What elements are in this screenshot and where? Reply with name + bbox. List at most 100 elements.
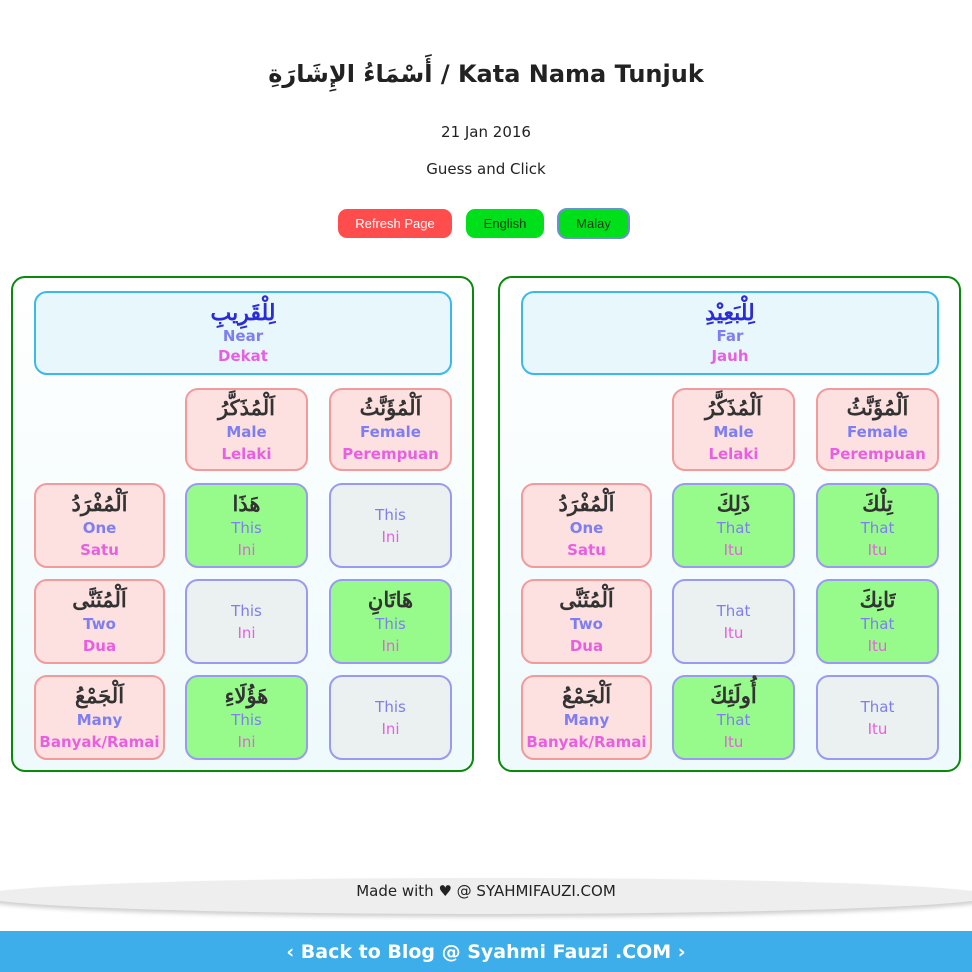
answer-arabic: تِلْكَ [862,490,893,516]
number-malay: Dua [82,636,117,655]
answer-arabic: ذَلِكَ [716,490,751,516]
answer-cell-revealed[interactable]: أُولَئِكَ That Itu [672,675,795,760]
header-arabic: لِلْقَرِيبِ [210,300,276,326]
answer-cell-revealed[interactable]: تِلْكَ That Itu [816,483,939,568]
far-header-card: لِلْبَعِيْدِ Far Jauh [521,291,939,375]
answer-cell-revealed[interactable]: هَؤُلَاءِ This Ini [185,675,308,760]
number-plural-card: اَلْجَمْعُ Many Banyak/Ramai [34,675,165,760]
number-malay: Dua [569,636,604,655]
answer-malay: Ini [237,623,256,642]
number-dual-card: اَلْمُثَنَّى Two Dua [521,579,652,664]
number-english: Two [570,614,603,633]
answer-cell-revealed[interactable]: تَانِكَ That Itu [816,579,939,664]
number-singular-card: اَلْمُفْرَدُ One Satu [521,483,652,568]
malay-button[interactable]: Malay [557,208,630,239]
answer-cell-revealed[interactable]: هَذَا This Ini [185,483,308,568]
answer-english: This [231,518,262,537]
number-english: Many [563,710,610,729]
number-arabic: اَلْمُثَنَّى [559,586,614,612]
answer-cell-hidden[interactable]: This Ini [185,579,308,664]
number-dual-card: اَلْمُثَنَّى Two Dua [34,579,165,664]
answer-malay: Itu [867,540,888,559]
gender-female-card: اَلْمُؤَنَّثُ Female Perempuan [329,388,452,471]
refresh-page-button[interactable]: Refresh Page [338,209,452,238]
number-singular-card: اَلْمُفْرَدُ One Satu [34,483,165,568]
page-title: أَسْمَاءُ الإِشَارَةِ / Kata Nama Tunjuk [268,60,704,88]
number-english: One [569,518,604,537]
header-malay: Jauh [711,347,749,365]
answer-malay: Itu [723,623,744,642]
answer-english: That [860,614,895,633]
answer-cell-revealed[interactable]: هَاتَانِ This Ini [329,579,452,664]
answer-english: This [375,697,406,716]
number-english: Two [83,614,116,633]
header-english: Near [222,327,264,345]
answer-malay: Itu [867,636,888,655]
number-arabic: اَلْمُفْرَدُ [558,490,615,516]
header-arabic: لِلْبَعِيْدِ [705,300,755,326]
answer-malay: Ini [237,540,256,559]
gender-arabic: اَلْمُؤَنَّثُ [846,394,909,420]
answer-malay: Itu [867,719,888,738]
number-arabic: اَلْمُفْرَدُ [71,490,128,516]
button-row: Refresh Page English Malay [0,208,972,239]
answer-english: This [375,614,406,633]
answer-english: This [231,601,262,620]
page-date: 21 Jan 2016 [441,123,531,141]
answer-cell-hidden[interactable]: This Ini [329,675,452,760]
answer-malay: Ini [381,636,400,655]
gender-arabic: اَلْمُذَكَّرُ [218,394,275,420]
gender-arabic: اَلْمُؤَنَّثُ [359,394,422,420]
answer-cell-hidden[interactable]: That Itu [672,579,795,664]
gender-english: Male [713,422,754,441]
answer-malay: Ini [237,732,256,751]
number-arabic: اَلْجَمْعُ [561,682,612,708]
number-malay: Banyak/Ramai [39,732,160,751]
number-english: Many [76,710,123,729]
header-english: Far [716,327,744,345]
gender-english: Male [226,422,267,441]
answer-malay: Itu [723,732,744,751]
answer-arabic: هَذَا [232,490,261,516]
gender-english: Female [847,422,908,441]
gender-male-card: اَلْمُذَكَّرُ Male Lelaki [672,388,795,471]
answer-cell-hidden[interactable]: That Itu [816,675,939,760]
gender-english: Female [360,422,421,441]
answer-arabic: هَؤُلَاءِ [224,682,269,708]
answer-arabic: أُولَئِكَ [710,682,757,708]
gender-male-card: اَلْمُذَكَّرُ Male Lelaki [185,388,308,471]
answer-english: That [860,697,895,716]
english-button[interactable]: English [466,209,544,238]
answer-english: That [716,601,751,620]
number-arabic: اَلْجَمْعُ [74,682,125,708]
answer-malay: Itu [723,540,744,559]
far-panel: لِلْبَعِيْدِ Far Jauh اَلْمُذَكَّرُ Male… [498,276,961,772]
answer-malay: Ini [381,719,400,738]
number-malay: Satu [80,540,119,559]
gender-malay: Lelaki [708,444,759,463]
number-malay: Banyak/Ramai [526,732,647,751]
number-english: One [82,518,117,537]
near-panel: لِلْقَرِيبِ Near Dekat اَلْمُذَكَّرُ Mal… [11,276,474,772]
answer-malay: Ini [381,527,400,546]
number-plural-card: اَلْجَمْعُ Many Banyak/Ramai [521,675,652,760]
number-arabic: اَلْمُثَنَّى [72,586,127,612]
number-malay: Satu [567,540,606,559]
answer-cell-hidden[interactable]: This Ini [329,483,452,568]
answer-english: This [375,505,406,524]
answer-cell-revealed[interactable]: ذَلِكَ That Itu [672,483,795,568]
answer-english: That [716,710,751,729]
answer-english: This [231,710,262,729]
near-header-card: لِلْقَرِيبِ Near Dekat [34,291,452,375]
made-with-text: Made with ♥ @ SYAHMIFAUZI.COM [356,882,616,900]
answer-arabic: تَانِكَ [859,586,896,612]
answer-arabic: هَاتَانِ [367,586,414,612]
gender-malay: Perempuan [342,444,439,463]
answer-english: That [860,518,895,537]
gender-malay: Lelaki [221,444,272,463]
gender-malay: Perempuan [829,444,926,463]
gender-female-card: اَلْمُؤَنَّثُ Female Perempuan [816,388,939,471]
back-to-blog-link[interactable]: ‹ Back to Blog @ Syahmi Fauzi .COM › [0,929,972,972]
gender-arabic: اَلْمُذَكَّرُ [705,394,762,420]
answer-english: That [716,518,751,537]
